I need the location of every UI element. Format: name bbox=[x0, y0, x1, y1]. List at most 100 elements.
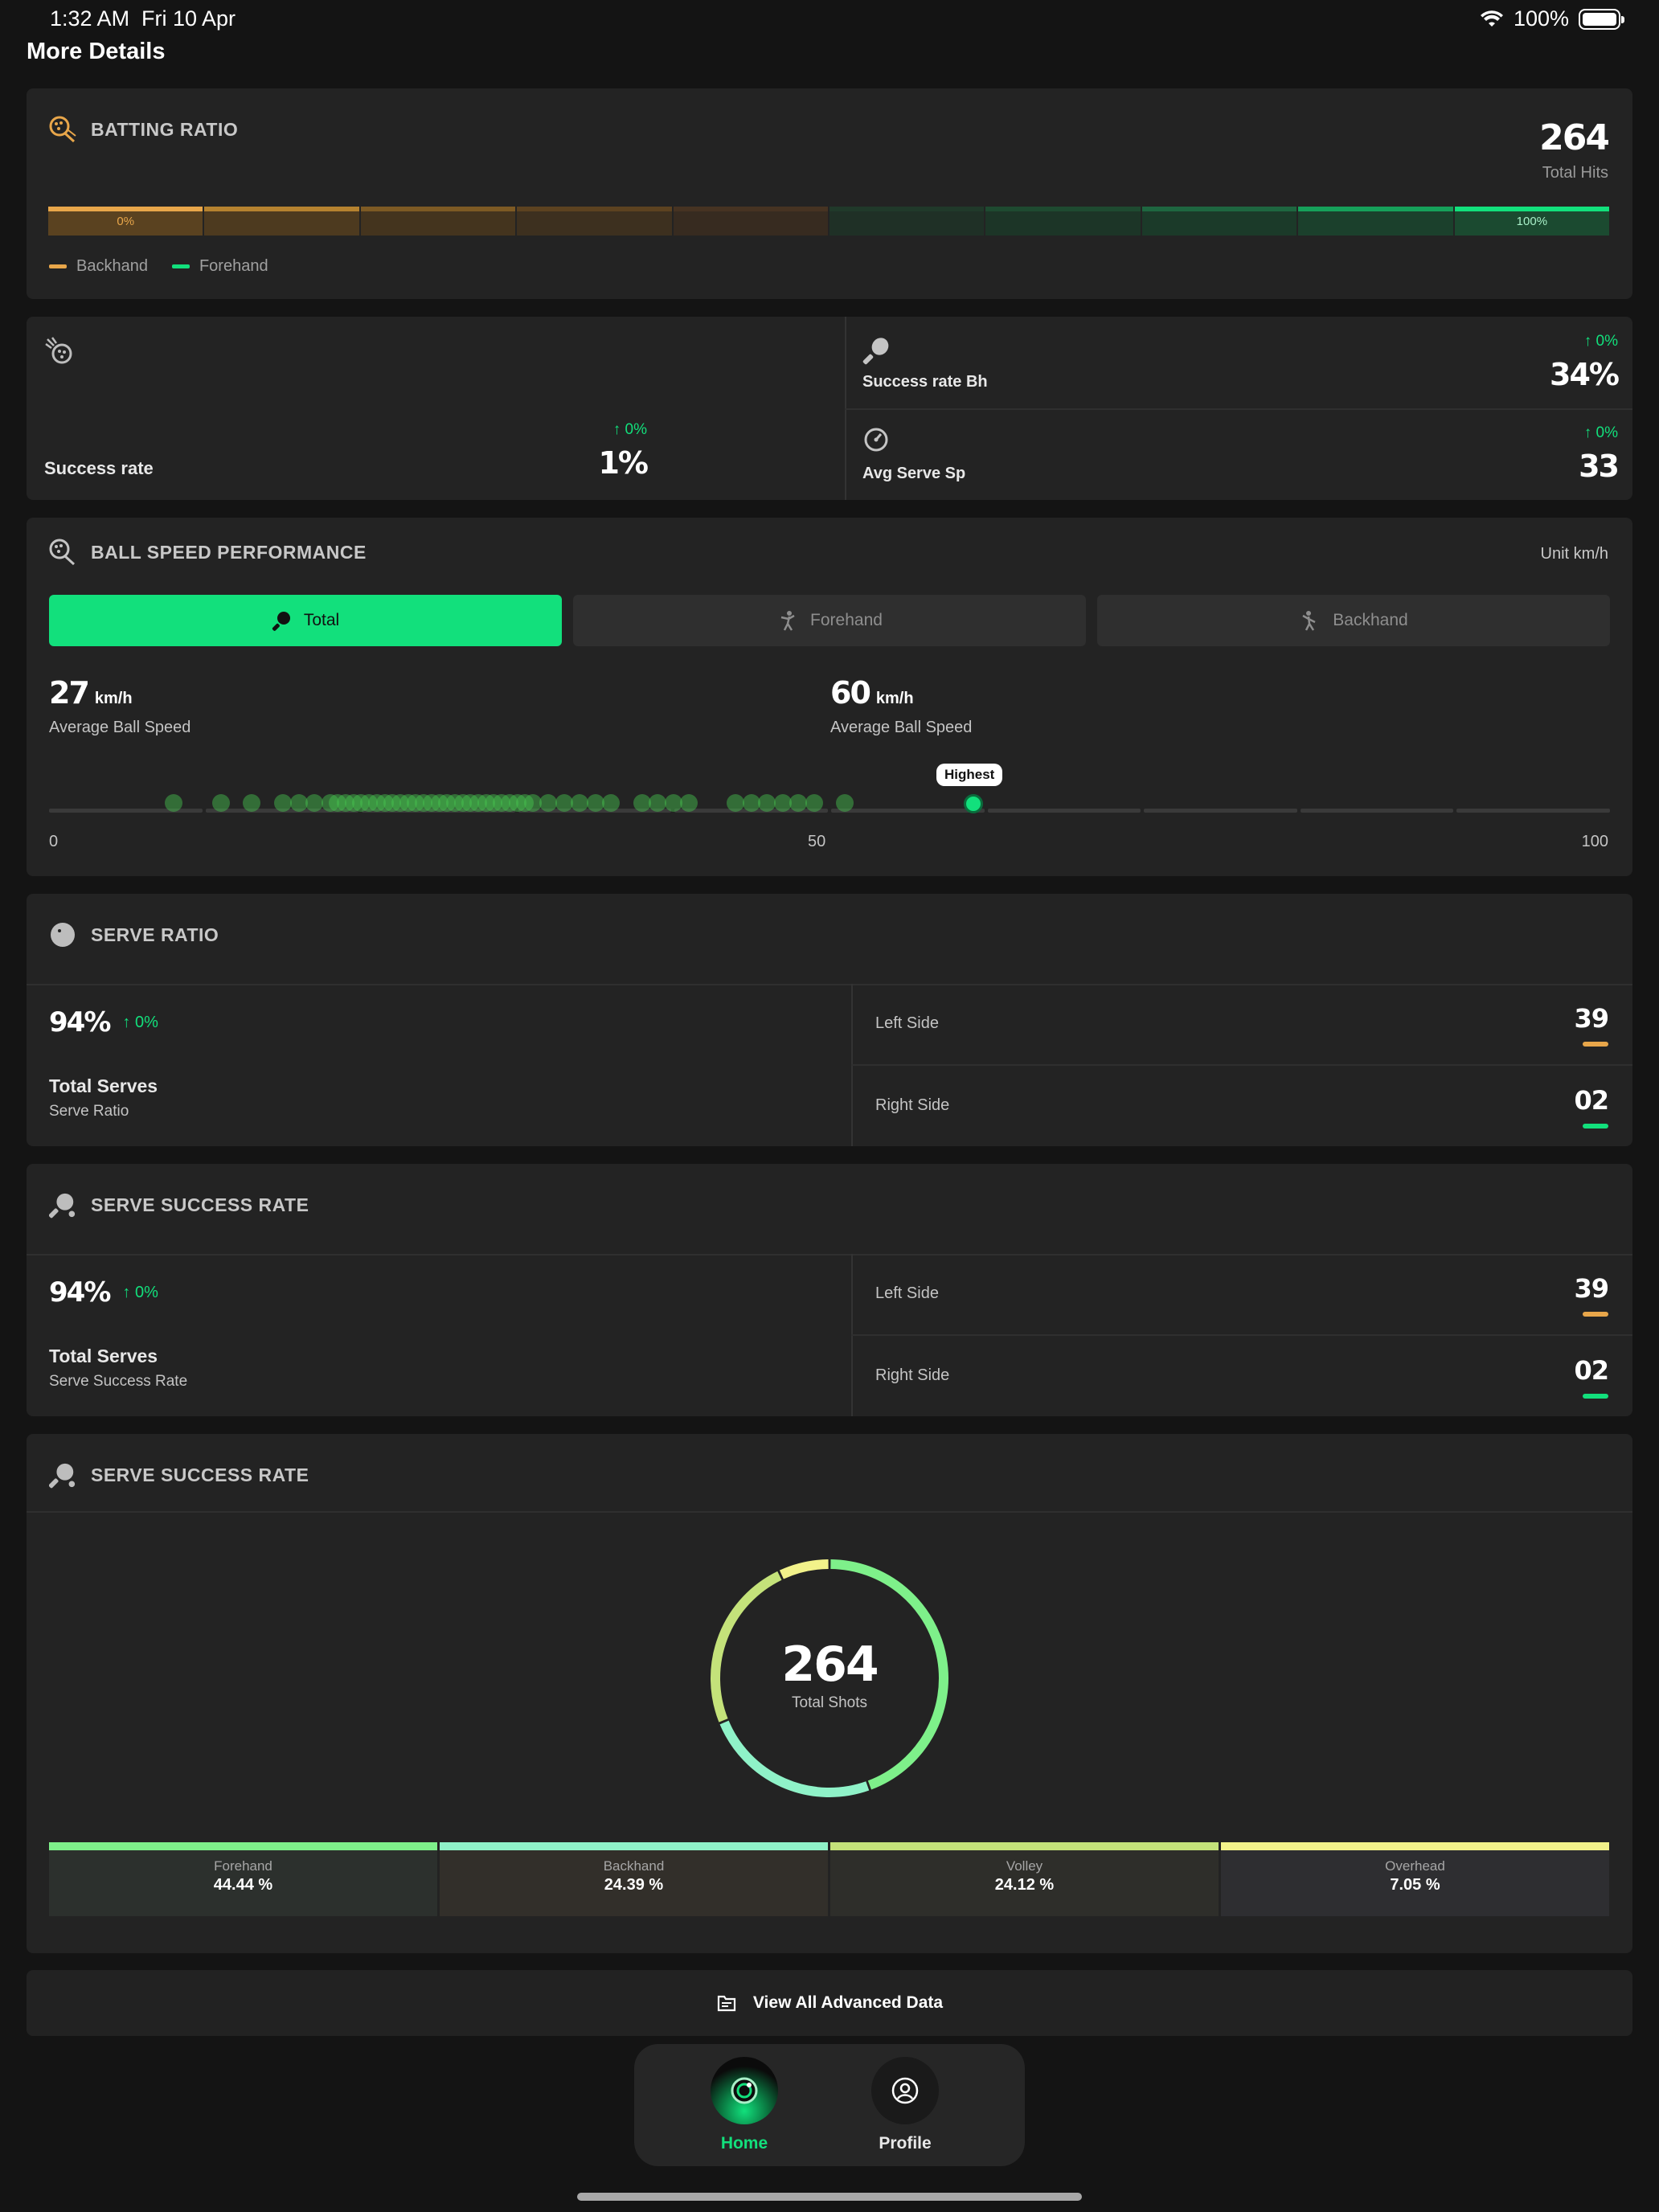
highest-label: Highest bbox=[944, 767, 995, 782]
shot-cell-forehand: Forehand 44.44 % bbox=[49, 1842, 437, 1916]
batting-ratio-bar: 0% 100% bbox=[48, 207, 1610, 236]
max-speed-label: Average Ball Speed bbox=[830, 719, 973, 736]
serve-success-delta: ↑ 0% bbox=[122, 1283, 158, 1301]
ratio-segment: 0% bbox=[48, 207, 203, 236]
serve-success-percent: 94% bbox=[49, 1276, 111, 1309]
success-rate-bh-delta: ↑ 0% bbox=[1583, 333, 1618, 350]
paddle-icon bbox=[272, 612, 290, 631]
shot-name: Backhand bbox=[603, 1858, 665, 1874]
shot-name: Forehand bbox=[214, 1858, 272, 1874]
shot-distribution-header: SERVE SUCCESS RATE bbox=[49, 1461, 309, 1489]
racket-ball-icon bbox=[49, 116, 76, 143]
shot-value: 24.39 % bbox=[604, 1876, 664, 1894]
wifi-icon bbox=[1480, 10, 1503, 27]
right-side-indicator bbox=[1583, 1124, 1608, 1129]
total-hits-value: 264 bbox=[1539, 117, 1610, 158]
ball-icon bbox=[49, 921, 76, 948]
serve-ratio-card: SERVE RATIO 94% ↑ 0% Total Serves Serve … bbox=[27, 894, 1632, 1146]
max-speed-unit: km/h bbox=[875, 690, 914, 707]
serve-success-left-value: 39 bbox=[1574, 1273, 1609, 1304]
battery-icon bbox=[1579, 8, 1624, 30]
profile-icon bbox=[871, 2057, 939, 2124]
nav-home[interactable]: Home bbox=[700, 2057, 789, 2153]
speed-dot bbox=[305, 794, 324, 812]
nav-home-label: Home bbox=[720, 2134, 768, 2153]
serve-ratio-main-label: Total Serves bbox=[49, 1075, 158, 1096]
view-all-label: View All Advanced Data bbox=[752, 1993, 944, 2012]
serve-success-header: SERVE SUCCESS RATE bbox=[49, 1191, 309, 1219]
right-side-indicator bbox=[1583, 1394, 1608, 1399]
speed-dot bbox=[805, 794, 823, 812]
ball-speed-header: BALL SPEED PERFORMANCE bbox=[49, 539, 367, 566]
axis-label-50: 50 bbox=[808, 833, 826, 850]
tab-forehand[interactable]: Forehand bbox=[573, 595, 1086, 646]
avg-serve-speed-label: Avg Serve Sp bbox=[862, 465, 966, 482]
home-indicator bbox=[577, 2193, 1082, 2201]
serve-ratio-header: SERVE RATIO bbox=[49, 921, 219, 948]
status-right: 100% bbox=[1480, 6, 1624, 31]
serve-ratio-sub-label: Serve Ratio bbox=[49, 1103, 129, 1120]
shot-distribution-title: SERVE SUCCESS RATE bbox=[91, 1464, 309, 1485]
serve-ratio-right-label: Right Side bbox=[875, 1096, 950, 1114]
shot-distribution-card: SERVE SUCCESS RATE 264 Total Shots Foreh… bbox=[27, 1434, 1632, 1953]
avg-speed-label: Average Ball Speed bbox=[49, 719, 191, 736]
view-all-advanced-data-button[interactable]: View All Advanced Data bbox=[27, 1970, 1632, 2036]
tab-backhand[interactable]: Backhand bbox=[1097, 595, 1610, 646]
serve-success-sub-label: Serve Success Rate bbox=[49, 1373, 188, 1390]
avg-speed-unit: km/h bbox=[94, 690, 133, 707]
nav-profile-label: Profile bbox=[879, 2134, 932, 2153]
batting-ratio-header: BATTING RATIO bbox=[49, 116, 238, 143]
ratio-segment bbox=[204, 207, 359, 236]
success-rate-bh-value: 34% bbox=[1550, 357, 1620, 392]
player-forehand-icon bbox=[780, 611, 795, 631]
batting-ratio-title: BATTING RATIO bbox=[91, 118, 239, 140]
tab-total[interactable]: Total bbox=[49, 595, 562, 646]
nav-profile[interactable]: Profile bbox=[861, 2057, 949, 2153]
serve-success-left-label: Left Side bbox=[875, 1284, 939, 1302]
shot-value: 24.12 % bbox=[994, 1876, 1055, 1894]
shot-value: 7.05 % bbox=[1390, 1876, 1440, 1894]
legend-backhand: Backhand bbox=[49, 257, 148, 276]
paddle-ball-icon bbox=[49, 1461, 76, 1489]
tab-forehand-label: Forehand bbox=[810, 611, 883, 629]
ratio-segment bbox=[830, 207, 985, 236]
tab-total-label: Total bbox=[303, 611, 340, 629]
speed-dot bbox=[789, 794, 808, 812]
ratio-segment bbox=[1141, 207, 1297, 236]
axis-label-100: 100 bbox=[1581, 833, 1608, 850]
shot-cell-overhead: Overhead 7.05 % bbox=[1221, 1842, 1609, 1916]
serve-success-card: SERVE SUCCESS RATE 94% ↑ 0% Total Serves… bbox=[27, 1164, 1632, 1416]
home-icon bbox=[711, 2057, 778, 2124]
total-hits-label: Total Hits bbox=[1542, 164, 1608, 182]
speed-dot bbox=[602, 794, 621, 812]
serve-ratio-delta: ↑ 0% bbox=[122, 1013, 158, 1031]
serve-ratio-right-value: 02 bbox=[1574, 1085, 1609, 1116]
donut-center: 264 Total Shots bbox=[707, 1636, 952, 1712]
serve-ratio-percent: 94% bbox=[49, 1006, 111, 1038]
bottom-nav: Home Profile bbox=[634, 2044, 1025, 2166]
tab-backhand-label: Backhand bbox=[1333, 611, 1408, 629]
success-stats-card: Success rate ↑ 0% 1% Success rate Bh ↑ 0… bbox=[27, 317, 1632, 500]
batting-ratio-card: BATTING RATIO 264 Total Hits 0% 100% Bac… bbox=[27, 88, 1632, 299]
speed-tabs: Total Forehand Backhand bbox=[49, 595, 1610, 646]
page-title: More Details bbox=[27, 39, 166, 64]
serve-ratio-left-value: 39 bbox=[1574, 1003, 1609, 1034]
ratio-segment bbox=[1298, 207, 1453, 236]
donut-slice-overhead bbox=[779, 1559, 829, 1579]
ratio-segment bbox=[673, 207, 829, 236]
total-shots-value: 264 bbox=[781, 1636, 879, 1693]
shot-cell-backhand: Backhand 24.39 % bbox=[440, 1842, 828, 1916]
ball-speed-card: BALL SPEED PERFORMANCE Unit km/h Total F… bbox=[27, 518, 1632, 876]
folder-icon bbox=[717, 1995, 736, 2012]
status-time: 1:32 AM bbox=[50, 6, 130, 31]
ratio-segment bbox=[360, 207, 516, 236]
success-rate-label: Success rate bbox=[44, 458, 154, 478]
player-backhand-icon bbox=[1302, 611, 1316, 631]
success-rate-value: 1% bbox=[598, 445, 648, 481]
shot-name: Overhead bbox=[1385, 1858, 1445, 1874]
speed-unit-label: Unit km/h bbox=[1540, 545, 1608, 563]
ratio-left-label: 0% bbox=[117, 214, 135, 228]
total-shots-label: Total Shots bbox=[792, 1694, 867, 1711]
avg-serve-speed-value: 33 bbox=[1579, 449, 1620, 484]
serve-success-title: SERVE SUCCESS RATE bbox=[91, 1194, 309, 1215]
